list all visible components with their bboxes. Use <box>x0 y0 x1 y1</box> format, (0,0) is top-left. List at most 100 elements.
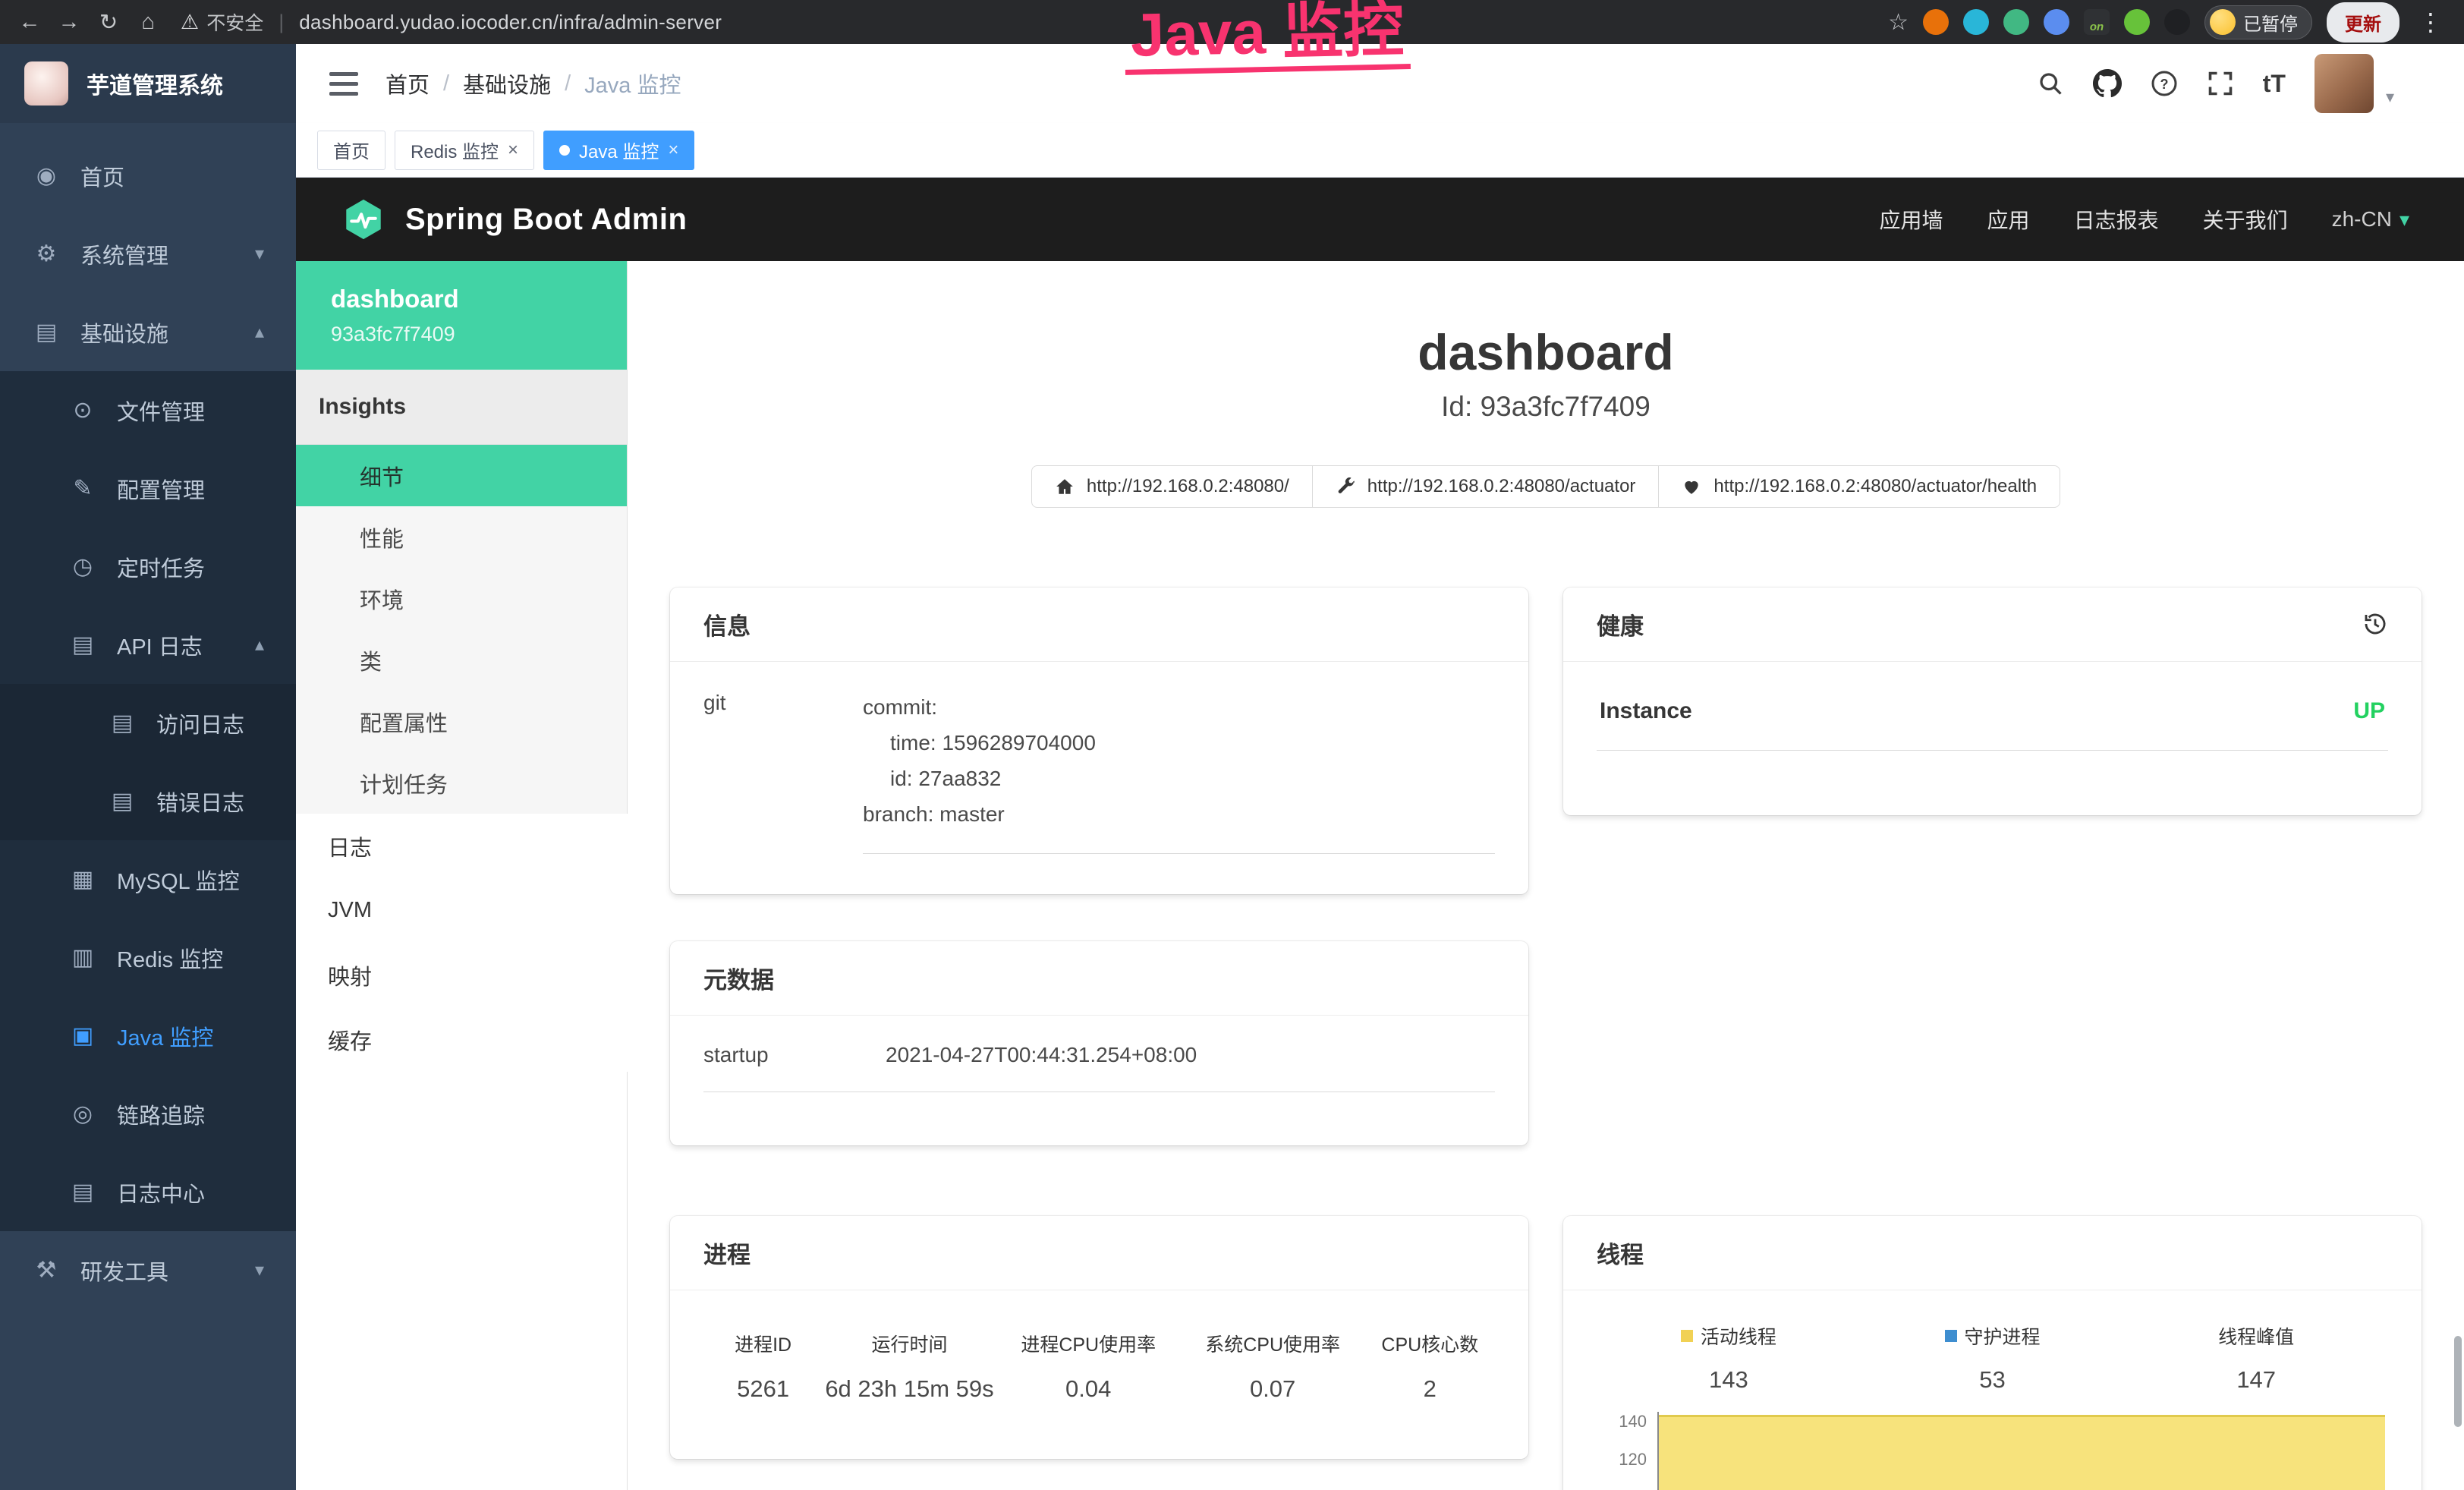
tab-redis-monitor[interactable]: Redis 监控 × <box>395 131 534 170</box>
security-chip[interactable]: ⚠ 不安全 <box>181 8 263 36</box>
cards-left-column: 信息 git commit: time: 1596289704000 <box>670 587 1528 1459</box>
annotation-text: Java 监控 <box>1124 0 1411 75</box>
scrollbar-thumb[interactable] <box>2454 1336 2462 1427</box>
browser-menu-icon[interactable]: ⋮ <box>2414 8 2447 36</box>
close-icon[interactable]: × <box>508 140 518 161</box>
font-size-icon[interactable]: tT <box>2263 70 2286 98</box>
process-table: 进程ID 5261 运行时间 6d 23h 15m 59s <box>703 1318 1495 1403</box>
breadcrumb-home[interactable]: 首页 <box>385 68 430 99</box>
drop-extension-icon[interactable] <box>1963 9 1989 35</box>
sba-item-performance[interactable]: 性能 <box>296 506 627 568</box>
process-value: 5261 <box>703 1375 823 1403</box>
sidebar-item-scheduled-jobs[interactable]: ◷ 定时任务 <box>0 528 296 606</box>
github-icon[interactable] <box>2093 69 2122 98</box>
refresh-icon[interactable]: ↻ <box>91 5 126 39</box>
help-icon[interactable]: ? <box>2151 70 2178 97</box>
user-avatar[interactable] <box>2315 54 2374 113</box>
sidebar-item-api-log[interactable]: ▤ API 日志 ▴ <box>0 606 296 684</box>
app-logo-row[interactable]: 芋道管理系统 <box>0 44 296 123</box>
legend-label: 活动线程 <box>1701 1322 1776 1350</box>
legend-label: 守护进程 <box>1965 1322 2041 1350</box>
browser-home-icon[interactable]: ⌂ <box>131 5 165 39</box>
sba-item-classes[interactable]: 类 <box>296 629 627 691</box>
fullscreen-icon[interactable] <box>2207 70 2234 97</box>
plug-extension-icon[interactable] <box>2164 9 2190 35</box>
sidebar-item-config-management[interactable]: ✎ 配置管理 <box>0 449 296 528</box>
sidebar-item-dev-tools[interactable]: ⚒ 研发工具 ▾ <box>0 1231 296 1309</box>
app-sidebar: 芋道管理系统 ◉ 首页 ⚙ 系统管理 ▾ ▤ 基础设施 ▴ ⊙ <box>0 44 296 1490</box>
tab-label: 首页 <box>333 137 370 163</box>
sba-item-config-props[interactable]: 配置属性 <box>296 691 627 752</box>
instance-header[interactable]: dashboard 93a3fc7f7409 <box>296 261 627 370</box>
legend-swatch-blue <box>1945 1330 1957 1342</box>
process-col: 进程CPU使用率 0.04 <box>996 1330 1181 1403</box>
log-center-icon: ▤ <box>68 1179 97 1205</box>
sba-nav-applications[interactable]: 应用 <box>1987 204 2030 235</box>
info-card: 信息 git commit: time: 1596289704000 <box>670 587 1528 894</box>
sidebar-item-file-management[interactable]: ⊙ 文件管理 <box>0 371 296 449</box>
sidebar-item-home[interactable]: ◉ 首页 <box>0 137 296 215</box>
search-icon[interactable] <box>2037 70 2064 97</box>
sidebar-item-label: 文件管理 <box>117 395 205 427</box>
avatar-caret-icon[interactable]: ▾ <box>2386 87 2394 113</box>
update-button[interactable]: 更新 <box>2327 2 2399 43</box>
profile-paused-badge[interactable]: 已暂停 <box>2204 5 2312 39</box>
hamburger-icon[interactable] <box>329 72 358 96</box>
actuator-url-button[interactable]: http://192.168.0.2:48080/actuator <box>1312 465 1660 508</box>
process-value: 0.04 <box>996 1375 1181 1403</box>
sidebar-item-redis-monitor[interactable]: ▥ Redis 监控 <box>0 918 296 997</box>
sidebar-item-access-log[interactable]: ▤ 访问日志 <box>0 684 296 762</box>
home-icon <box>1055 477 1075 496</box>
leaf-extension-icon[interactable] <box>2124 9 2150 35</box>
sba-nav-journal[interactable]: 日志报表 <box>2074 204 2159 235</box>
tab-java-monitor[interactable]: Java 监控 × <box>543 131 694 170</box>
page-subtitle: Id: 93a3fc7f7409 <box>628 391 2464 423</box>
sidebar-item-system[interactable]: ⚙ 系统管理 ▾ <box>0 215 296 293</box>
file-icon: ⊙ <box>68 397 97 424</box>
sidebar-item-tracing[interactable]: ◎ 链路追踪 <box>0 1075 296 1153</box>
vue-devtools-icon[interactable] <box>2003 9 2029 35</box>
close-icon[interactable]: × <box>668 140 678 161</box>
card-title: 健康 <box>1597 607 1644 641</box>
sidebar-item-label: 错误日志 <box>156 786 244 817</box>
back-icon[interactable]: ← <box>12 5 47 39</box>
history-icon[interactable] <box>2362 611 2388 637</box>
sba-nav-wallboard[interactable]: 应用墙 <box>1880 204 1943 235</box>
info-value: commit: time: 1596289704000 id: 27aa832 … <box>863 689 1495 854</box>
sba-group-insights: Insights <box>296 370 627 445</box>
bookmark-star-icon[interactable]: ☆ <box>1888 9 1909 36</box>
service-url-button[interactable]: http://192.168.0.2:48080/ <box>1031 465 1313 508</box>
health-url-button[interactable]: http://192.168.0.2:48080/actuator/health <box>1658 465 2060 508</box>
sba-item-environment[interactable]: 环境 <box>296 568 627 629</box>
fox-extension-icon[interactable] <box>1923 9 1949 35</box>
tab-home[interactable]: 首页 <box>317 131 385 170</box>
breadcrumb-infrastructure[interactable]: 基础设施 <box>463 68 551 99</box>
process-header: 系统CPU使用率 <box>1181 1330 1365 1357</box>
address-url[interactable]: dashboard.yudao.iocoder.cn/infra/admin-s… <box>299 11 722 34</box>
sba-item-details[interactable]: 细节 <box>296 445 627 506</box>
sba-nav-about[interactable]: 关于我们 <box>2203 204 2288 235</box>
legend-value: 53 <box>1861 1366 2125 1394</box>
process-header: CPU核心数 <box>1365 1330 1495 1357</box>
java-monitor-icon: ▣ <box>68 1022 97 1049</box>
tab-bar: 首页 Redis 监控 × Java 监控 × <box>296 123 2464 178</box>
redis-icon: ▥ <box>68 944 97 971</box>
url-separator: | <box>278 11 284 34</box>
sidebar-item-infrastructure[interactable]: ▤ 基础设施 ▴ <box>0 293 296 371</box>
cards-right-column: 健康 Instance UP <box>1563 587 2422 1490</box>
process-col: 系统CPU使用率 0.07 <box>1181 1330 1365 1403</box>
sidebar-item-log-center[interactable]: ▤ 日志中心 <box>0 1153 296 1231</box>
chevron-down-icon: ▾ <box>2399 208 2409 232</box>
sidebar-item-java-monitor[interactable]: ▣ Java 监控 <box>0 997 296 1075</box>
grid-extension-icon[interactable] <box>2044 9 2069 35</box>
sba-item-scheduled-tasks[interactable]: 计划任务 <box>296 752 627 814</box>
paused-label: 已暂停 <box>2243 9 2298 36</box>
locale-select[interactable]: zh-CN ▾ <box>2332 207 2409 232</box>
forward-icon[interactable]: → <box>52 5 87 39</box>
proxy-switch-extension-icon[interactable]: on <box>2084 9 2110 35</box>
sidebar-item-error-log[interactable]: ▤ 错误日志 <box>0 762 296 840</box>
chevron-up-icon: ▴ <box>255 634 264 656</box>
sidebar-item-mysql-monitor[interactable]: ▦ MySQL 监控 <box>0 840 296 918</box>
content-column: 首页 / 基础设施 / Java 监控 ? <box>296 44 2464 1490</box>
sba-brand-title[interactable]: Spring Boot Admin <box>405 203 687 237</box>
